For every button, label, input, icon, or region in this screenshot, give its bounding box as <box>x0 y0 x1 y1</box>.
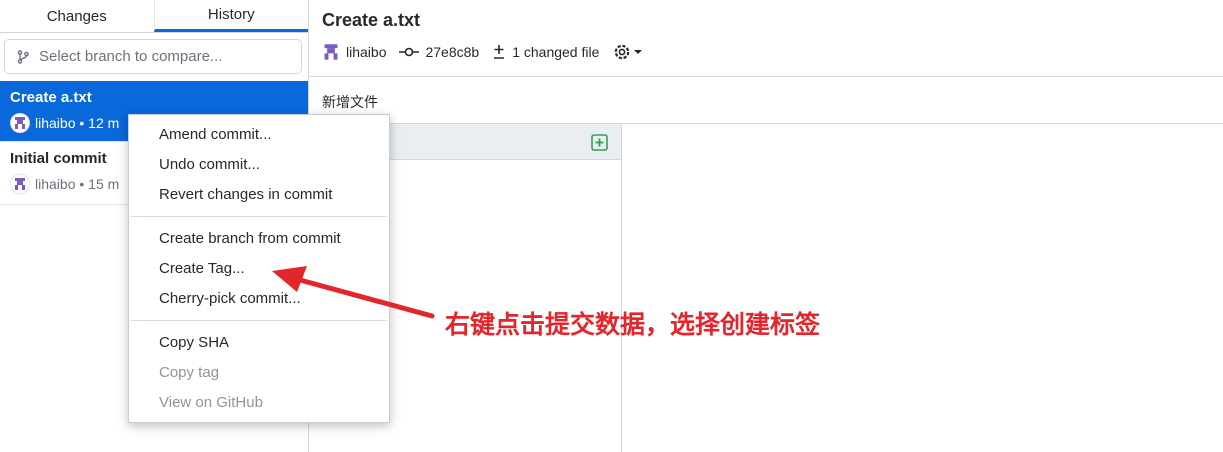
commit-summary-header: Create a.txt lihaibo 27e8c8b 1 changed f… <box>310 0 1223 77</box>
commit-details: Create a.txt lihaibo 27e8c8b 1 changed f… <box>310 0 1223 452</box>
diff-icon <box>494 45 505 59</box>
menu-revert-commit[interactable]: Revert changes in commit <box>129 180 389 210</box>
commit-sha: 27e8c8b <box>425 44 480 60</box>
avatar <box>10 174 30 194</box>
menu-cherry-pick[interactable]: Cherry-pick commit... <box>129 284 389 314</box>
commit-context-menu: Amend commit... Undo commit... Revert ch… <box>128 114 390 423</box>
gear-icon <box>615 44 630 60</box>
menu-amend-commit[interactable]: Amend commit... <box>129 120 389 150</box>
avatar <box>10 113 30 133</box>
menu-create-branch[interactable]: Create branch from commit <box>129 224 389 254</box>
identicon-icon <box>15 178 25 190</box>
menu-undo-commit[interactable]: Undo commit... <box>129 150 389 180</box>
commit-description: 新增文件 <box>310 77 1223 124</box>
menu-create-tag[interactable]: Create Tag... <box>129 254 389 284</box>
annotation-text: 右键点击提交数据，选择创建标签 <box>445 310 821 339</box>
menu-divider <box>131 320 387 321</box>
identicon-icon <box>324 44 338 60</box>
menu-copy-tag: Copy tag <box>159 364 220 381</box>
diff-options-button[interactable] <box>612 42 644 62</box>
commit-time: • 12 m <box>79 115 120 131</box>
caret-down-icon <box>634 50 643 54</box>
commit-author-info: lihaibo <box>322 43 386 61</box>
changed-files-info: 1 changed file <box>492 44 599 60</box>
sidebar-tabs: Changes History <box>0 0 308 33</box>
changed-files-count: 1 changed file <box>512 44 600 60</box>
menu-copy-sha[interactable]: Copy SHA <box>129 328 389 358</box>
commit-author: lihaibo <box>346 44 387 60</box>
tab-history[interactable]: History <box>153 0 308 32</box>
page-title: Create a.txt <box>322 10 421 30</box>
commit-author: lihaibo <box>35 176 76 192</box>
file-added-icon <box>591 134 608 151</box>
commit-title: Create a.txt <box>10 89 92 106</box>
branch-compare-filter[interactable] <box>4 39 302 74</box>
tab-changes[interactable]: Changes <box>0 0 154 32</box>
commit-author: lihaibo <box>35 115 76 131</box>
branch-compare-input[interactable] <box>39 48 279 65</box>
menu-view-on-github: View on GitHub <box>159 394 263 411</box>
menu-divider <box>131 216 387 217</box>
commit-meta-bar: lihaibo 27e8c8b 1 changed file <box>322 42 1211 62</box>
identicon-icon <box>15 117 25 129</box>
git-branch-icon <box>17 49 29 64</box>
commit-sha-info[interactable]: 27e8c8b <box>399 44 479 60</box>
commit-time: • 15 m <box>79 176 120 192</box>
git-commit-icon <box>399 47 420 57</box>
